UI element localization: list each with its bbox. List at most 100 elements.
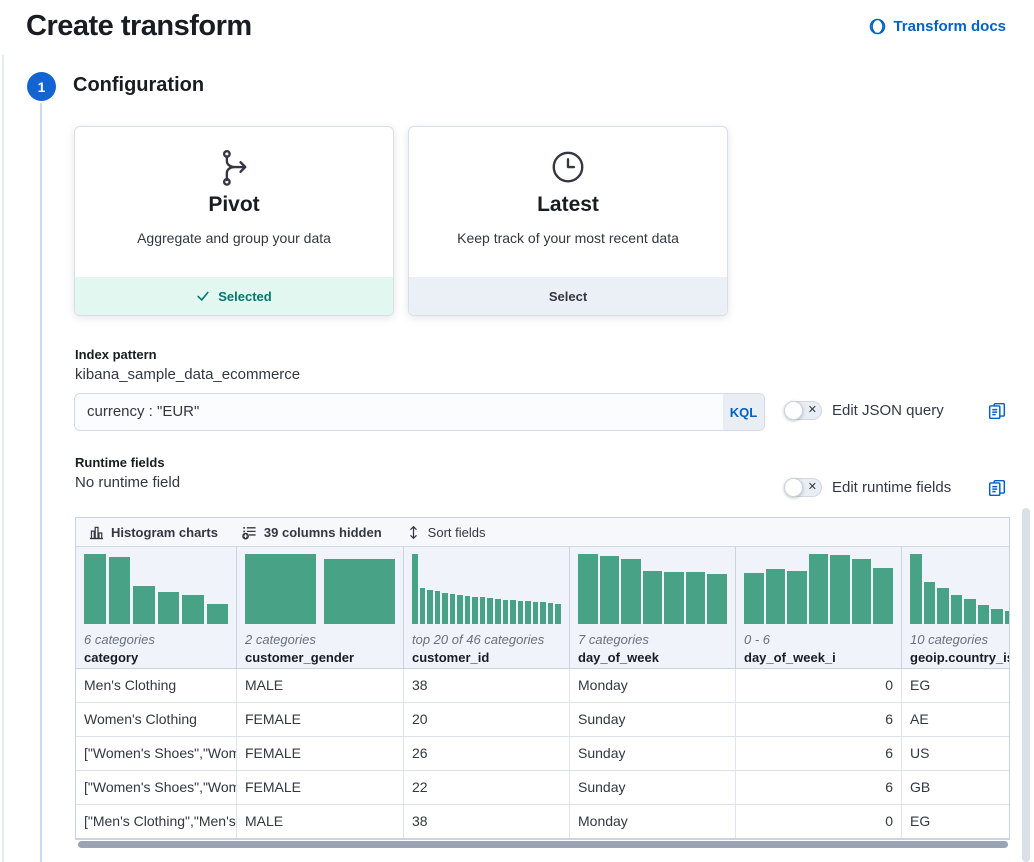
data-grid-toolbar: Histogram charts 39 columns hidden — [76, 518, 1009, 547]
table-cell: Monday — [570, 669, 736, 702]
histogram-bar — [924, 582, 936, 624]
histogram-bar — [664, 572, 684, 625]
index-pattern-value: kibana_sample_data_ecommerce — [75, 366, 300, 383]
create-transform-page: Create transform Transform docs 1 Config… — [0, 0, 1034, 862]
edit-runtime-fields-toggle[interactable]: ✕ — [784, 478, 822, 497]
edit-json-query-toggle[interactable]: ✕ — [784, 401, 822, 420]
histogram-bar — [548, 603, 554, 624]
pivot-card-description: Aggregate and group your data — [75, 230, 393, 246]
vertical-scrollbar[interactable] — [1022, 508, 1030, 862]
step-number: 1 — [38, 79, 46, 95]
column-header-geoip.country_iso_code[interactable]: 10 categories geoip.country_iso_code — [902, 547, 1009, 668]
histogram-chart-customer_gender — [245, 554, 395, 624]
histogram-bar — [1005, 611, 1010, 624]
step-connector-line — [40, 103, 42, 862]
table-cell: EG — [902, 669, 1009, 702]
histogram-bar — [465, 596, 471, 624]
sort-icon — [406, 525, 421, 540]
column-field-name: customer_gender — [245, 650, 395, 665]
table-cell: 6 — [736, 737, 902, 770]
transform-docs-link[interactable]: Transform docs — [869, 18, 1006, 35]
histogram-chart-category — [84, 554, 228, 624]
toggle-off-cross-icon: ✕ — [808, 403, 817, 418]
histogram-bar — [518, 601, 524, 624]
histogram-bar — [245, 554, 316, 624]
columns-hidden-button[interactable]: 39 columns hidden — [242, 525, 382, 540]
histogram-bar — [766, 569, 786, 624]
table-cell: US — [902, 737, 1009, 770]
histogram-charts-button[interactable]: Histogram charts — [89, 525, 218, 540]
pivot-card[interactable]: Pivot Aggregate and group your data Sele… — [74, 126, 394, 316]
table-row: Women's ClothingFEMALE20Sunday6AE — [76, 703, 1009, 737]
table-cell: Sunday — [570, 771, 736, 804]
histogram-bar — [435, 591, 441, 624]
histogram-bar — [427, 590, 433, 624]
table-cell: 6 — [736, 703, 902, 736]
runtime-fields-value: No runtime field — [75, 474, 180, 491]
horizontal-scrollbar[interactable] — [78, 841, 1008, 848]
check-icon — [196, 289, 210, 303]
page-title: Create transform — [26, 10, 252, 43]
edit-json-toggle-row: ✕ Edit JSON query — [784, 401, 944, 420]
pivot-selected-footer[interactable]: Selected — [75, 277, 393, 315]
table-cell: MALE — [237, 805, 404, 838]
histogram-bar — [978, 605, 990, 624]
latest-card[interactable]: Latest Keep track of your most recent da… — [408, 126, 728, 316]
edit-runtime-toggle-row: ✕ Edit runtime fields — [784, 478, 951, 497]
histogram-bar — [787, 571, 807, 624]
histogram-chart-customer_id — [412, 554, 561, 624]
latest-select-button[interactable]: Select — [409, 277, 727, 315]
column-field-name: geoip.country_iso_code — [910, 650, 1009, 665]
histogram-bar — [109, 557, 131, 624]
histogram-bar — [472, 597, 478, 624]
latest-card-description: Keep track of your most recent data — [409, 230, 727, 246]
column-field-name: day_of_week — [578, 650, 727, 665]
histogram-bar — [964, 599, 976, 624]
column-legend: 10 categories — [910, 632, 1009, 647]
histogram-bar — [991, 609, 1003, 624]
histogram-bar — [686, 572, 706, 624]
query-language-button[interactable]: KQL — [723, 394, 764, 430]
sort-fields-button[interactable]: Sort fields — [406, 525, 486, 540]
histogram-bar — [510, 600, 516, 624]
histogram-bar — [852, 559, 872, 624]
histogram-bar — [420, 588, 426, 624]
grid-body: Men's ClothingMALE38Monday0EGWomen's Clo… — [76, 669, 1009, 839]
edit-json-query-label: Edit JSON query — [832, 402, 944, 419]
table-cell: FEMALE — [237, 737, 404, 770]
copy-runtime-fields-button[interactable] — [988, 479, 1008, 499]
column-field-name: day_of_week_i — [744, 650, 893, 665]
histogram-chart-day_of_week_i — [744, 554, 893, 624]
column-header-day_of_week_i[interactable]: 0 - 6day_of_week_i — [736, 547, 902, 668]
column-header-category[interactable]: 6 categoriescategory — [76, 547, 237, 668]
preview-data-grid: Histogram charts 39 columns hidden — [75, 517, 1010, 840]
table-cell: 0 — [736, 669, 902, 702]
table-cell: 38 — [404, 805, 570, 838]
histogram-bar — [182, 595, 204, 624]
table-cell: 38 — [404, 669, 570, 702]
column-field-name: customer_id — [412, 650, 561, 665]
sort-fields-label: Sort fields — [428, 525, 486, 540]
histogram-bar — [457, 595, 463, 624]
column-header-day_of_week[interactable]: 7 categoriesday_of_week — [570, 547, 736, 668]
documentation-icon — [869, 18, 886, 35]
table-cell: Women's Clothing — [76, 703, 237, 736]
table-cell: GB — [902, 771, 1009, 804]
histogram-bar — [910, 554, 922, 624]
query-input[interactable]: currency : "EUR" — [75, 394, 723, 430]
copy-json-query-button[interactable] — [988, 402, 1008, 422]
histogram-bar — [324, 559, 395, 624]
table-row: ["Women's Shoes","Wom...FEMALE22Sunday6G… — [76, 771, 1009, 805]
histogram-bar — [873, 568, 893, 624]
runtime-fields-label: Runtime fields — [75, 455, 165, 470]
histogram-bar — [84, 554, 106, 624]
histogram-bar — [809, 554, 829, 624]
table-cell: 22 — [404, 771, 570, 804]
grid-header-row: 6 categoriescategory2 categoriescustomer… — [76, 547, 1009, 669]
histogram-bar — [158, 592, 180, 624]
column-header-customer_id[interactable]: top 20 of 46 categoriescustomer_id — [404, 547, 570, 668]
latest-footer-label: Select — [549, 289, 587, 304]
toggle-knob — [784, 401, 803, 420]
histogram-charts-label: Histogram charts — [111, 525, 218, 540]
column-header-customer_gender[interactable]: 2 categoriescustomer_gender — [237, 547, 404, 668]
